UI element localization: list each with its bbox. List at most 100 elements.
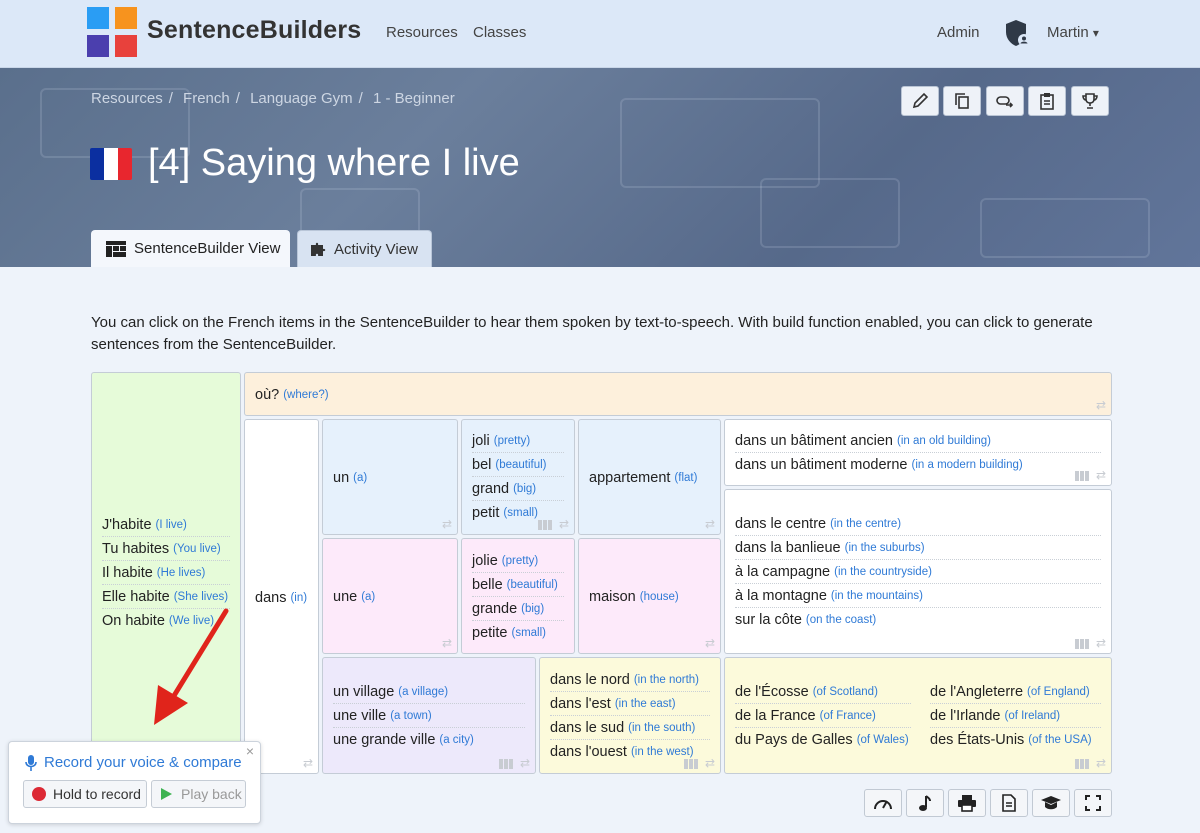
tab-activity-view[interactable]: Activity View bbox=[297, 230, 432, 267]
building-item[interactable]: dans un bâtiment ancien (in an old buildi… bbox=[735, 429, 1101, 453]
adjective-item[interactable]: jolie (pretty) bbox=[472, 549, 564, 573]
audio-button[interactable] bbox=[906, 789, 944, 817]
location-item[interactable]: à la montagne (in the mountains) bbox=[735, 584, 1101, 608]
noun-item[interactable]: maison (house) bbox=[589, 585, 710, 609]
brand-name[interactable]: SentenceBuilders bbox=[147, 16, 361, 45]
breadcrumb-item[interactable]: 1 - Beginner bbox=[373, 90, 455, 107]
user-menu[interactable]: Martin ▾ bbox=[1047, 24, 1099, 41]
columns-icon[interactable] bbox=[538, 520, 552, 530]
trophy-icon bbox=[1082, 93, 1098, 109]
place-item[interactable]: une ville (a town) bbox=[333, 704, 525, 728]
subject-item[interactable]: Il habite (He lives) bbox=[102, 561, 230, 585]
adjective-item[interactable]: joli (pretty) bbox=[472, 429, 564, 453]
article-item[interactable]: un (a) bbox=[333, 466, 447, 490]
clipboard-button[interactable] bbox=[1028, 86, 1066, 116]
columns-icon[interactable] bbox=[1075, 471, 1089, 481]
puzzle-piece-icon bbox=[311, 242, 326, 256]
swap-icon[interactable]: ⇄ bbox=[303, 756, 313, 770]
music-note-icon bbox=[919, 795, 931, 811]
link-button[interactable] bbox=[986, 86, 1024, 116]
columns-icon[interactable] bbox=[1075, 759, 1089, 769]
swap-icon[interactable]: ⇄ bbox=[1096, 398, 1106, 412]
where-item[interactable]: où? (where?) bbox=[255, 383, 1101, 407]
adjective-item[interactable]: belle (beautiful) bbox=[472, 573, 564, 597]
play-back-button[interactable]: Play back bbox=[151, 780, 246, 808]
dans-item[interactable]: dans (in) bbox=[255, 586, 308, 610]
subject-item[interactable]: Tu habites (You live) bbox=[102, 537, 230, 561]
brand-logo[interactable] bbox=[87, 7, 137, 57]
print-button[interactable] bbox=[948, 789, 986, 817]
direction-item[interactable]: dans le nord (in the north) bbox=[550, 668, 710, 692]
breadcrumb: Resources / French / Language Gym/ 1 - Beg… bbox=[91, 90, 455, 107]
adjective-item[interactable]: grande (big) bbox=[472, 597, 564, 621]
swap-icon[interactable]: ⇄ bbox=[1096, 636, 1106, 650]
columns-icon[interactable] bbox=[499, 759, 513, 769]
swap-icon[interactable]: ⇄ bbox=[705, 517, 715, 531]
tab-label: SentenceBuilder View bbox=[134, 240, 281, 257]
learn-button[interactable] bbox=[1032, 789, 1070, 817]
intro-text: You can click on the French items in the… bbox=[91, 314, 1093, 353]
user-shield-icon[interactable] bbox=[1005, 19, 1031, 47]
country-item[interactable]: de l'Irlande (of Ireland) bbox=[930, 704, 1101, 728]
edit-button[interactable] bbox=[901, 86, 939, 116]
page-title: [4] Saying where I live bbox=[148, 142, 520, 184]
swap-icon[interactable]: ⇄ bbox=[442, 517, 452, 531]
direction-item[interactable]: dans l'est (in the east) bbox=[550, 692, 710, 716]
noun-item[interactable]: appartement (flat) bbox=[589, 466, 710, 490]
pencil-icon bbox=[912, 92, 929, 109]
swap-icon[interactable]: ⇄ bbox=[705, 636, 715, 650]
swap-icon[interactable]: ⇄ bbox=[442, 636, 452, 650]
close-icon[interactable]: × bbox=[246, 743, 254, 759]
country-item[interactable]: de l'Écosse (of Scotland) bbox=[735, 680, 911, 704]
country-item[interactable]: du Pays de Galles (of Wales) bbox=[735, 728, 911, 752]
location-item[interactable]: dans la banlieue (in the suburbs) bbox=[735, 536, 1101, 560]
place-item[interactable]: une grande ville (a city) bbox=[333, 728, 525, 752]
tab-sentencebuilder-view[interactable]: SentenceBuilder View bbox=[91, 230, 290, 267]
breadcrumb-item[interactable]: French bbox=[183, 90, 230, 107]
breadcrumb-item[interactable]: Language Gym bbox=[250, 90, 353, 107]
place-item[interactable]: un village (a village) bbox=[333, 680, 525, 704]
copy-button[interactable] bbox=[943, 86, 981, 116]
fullscreen-button[interactable] bbox=[1074, 789, 1112, 817]
location-item[interactable]: à la campagne (in the countryside) bbox=[735, 560, 1101, 584]
article-item[interactable]: une (a) bbox=[333, 585, 447, 609]
nav-link-admin[interactable]: Admin bbox=[937, 24, 980, 41]
swap-icon[interactable]: ⇄ bbox=[559, 517, 569, 531]
adjective-item[interactable]: grand (big) bbox=[472, 477, 564, 501]
building-item[interactable]: dans un bâtiment moderne (in a modern bui… bbox=[735, 453, 1101, 477]
adjective-item[interactable]: bel (beautiful) bbox=[472, 453, 564, 477]
adjective-item[interactable]: petite (small) bbox=[472, 621, 564, 645]
swap-icon[interactable]: ⇄ bbox=[1096, 468, 1106, 482]
document-button[interactable] bbox=[990, 789, 1028, 817]
columns-icon[interactable] bbox=[1075, 639, 1089, 649]
location-cell: dans le centre (in the centre) dans la ba… bbox=[724, 489, 1112, 654]
top-navbar: SentenceBuilders Resources Classes Admin… bbox=[0, 0, 1200, 68]
swap-icon[interactable]: ⇄ bbox=[705, 756, 715, 770]
speed-button[interactable] bbox=[864, 789, 902, 817]
microphone-icon bbox=[25, 755, 37, 771]
country-item[interactable]: des États-Unis (of the USA) bbox=[930, 728, 1101, 752]
direction-item[interactable]: dans le sud (in the south) bbox=[550, 716, 710, 740]
country-item[interactable]: de l'Angleterre (of England) bbox=[930, 680, 1101, 704]
nav-link-classes[interactable]: Classes bbox=[473, 24, 526, 41]
play-icon bbox=[161, 788, 172, 800]
location-item[interactable]: dans le centre (in the centre) bbox=[735, 512, 1101, 536]
breadcrumb-item[interactable]: Resources bbox=[91, 90, 163, 107]
french-flag-icon bbox=[90, 148, 132, 180]
clipboard-icon bbox=[1040, 93, 1054, 110]
speedometer-icon bbox=[874, 800, 892, 810]
hold-to-record-button[interactable]: Hold to record bbox=[23, 780, 147, 808]
swap-icon[interactable]: ⇄ bbox=[520, 756, 530, 770]
location-item[interactable]: sur la côte (on the coast) bbox=[735, 608, 1101, 632]
direction-cell: dans le nord (in the north) dans l'est (in… bbox=[539, 657, 721, 774]
country-item[interactable]: de la France (of France) bbox=[735, 704, 911, 728]
building-cell: dans un bâtiment ancien (in an old buildi… bbox=[724, 419, 1112, 486]
swap-icon[interactable]: ⇄ bbox=[1096, 756, 1106, 770]
subject-item[interactable]: J'habite (I live) bbox=[102, 513, 230, 537]
nav-link-resources[interactable]: Resources bbox=[386, 24, 458, 41]
record-dot-icon bbox=[32, 787, 46, 801]
trophy-button[interactable] bbox=[1071, 86, 1109, 116]
printer-icon bbox=[958, 795, 976, 812]
copy-icon bbox=[955, 93, 969, 109]
columns-icon[interactable] bbox=[684, 759, 698, 769]
